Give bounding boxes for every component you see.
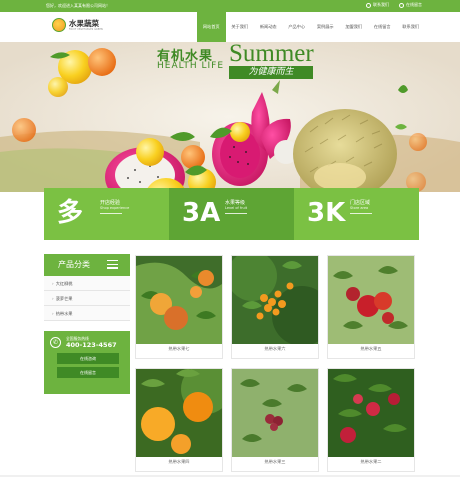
nav-news[interactable]: 新闻动态 <box>254 24 283 44</box>
stat-value: 多 <box>57 198 84 228</box>
main-nav: 网站首页 关于我们 新闻动态 产品中心 案例展示 加盟我们 在线留言 联系我们 <box>197 12 426 44</box>
contact-box: ✆ 全国服务热线 400-123-4567 在线咨询 在线留言 <box>44 331 130 394</box>
menu-icon[interactable] <box>107 260 118 269</box>
message-button[interactable]: 在线留言 <box>57 367 119 378</box>
stat-label: 水果等级 <box>225 200 246 206</box>
sidebar: 产品分类 大红柳桃 菠萝芒果 热带水果 ✆ 全国服务热线 400-123-456… <box>44 254 130 394</box>
hotline-number: 400-123-4567 <box>66 341 117 349</box>
product-card[interactable]: 热带水果二 <box>327 368 415 472</box>
product-image <box>136 369 222 457</box>
category-item[interactable]: 菠萝芒果 <box>44 291 130 306</box>
product-name: 热带水果二 <box>360 459 382 464</box>
stat-label-en: Level of fruit <box>225 206 248 210</box>
stat-underline <box>225 213 247 214</box>
nav-join[interactable]: 加盟我们 <box>340 24 369 44</box>
header: 水果蔬菜 FRUIT VEGETABLES GREEN 网站首页 关于我们 新闻… <box>0 12 460 42</box>
nav-cases[interactable]: 案例展示 <box>311 24 340 44</box>
category-header: 产品分类 <box>44 254 130 276</box>
banner-sub-en: HEALTH LIFE <box>157 61 225 71</box>
product-image <box>328 256 414 344</box>
top-link-contact[interactable]: 联系我们 <box>366 2 389 8</box>
stat-label-en: Store area <box>350 206 369 210</box>
welcome-text: 您好，欢迎进入某某有限公司网站！ <box>46 3 110 8</box>
stat-fruit-level: 3A 水果等级 Level of fruit <box>169 188 294 240</box>
stats-bar: 多 开店经验 Shop experience 3A 水果等级 Level of … <box>44 188 419 240</box>
stat-value: 3K <box>307 198 346 228</box>
product-name: 热带水果六 <box>264 346 286 351</box>
stat-value: 3A <box>182 198 221 228</box>
nav-about[interactable]: 关于我们 <box>226 24 255 44</box>
product-name: 热带水果四 <box>168 459 190 464</box>
top-link-contact-label: 联系我们 <box>373 2 389 7</box>
message-icon <box>399 2 404 8</box>
stat-label-en: Shop experience <box>100 206 130 210</box>
product-name: 热带水果五 <box>360 346 382 351</box>
nav-message[interactable]: 在线留言 <box>368 24 397 44</box>
logo-en: FRUIT VEGETABLES GREEN <box>69 27 103 31</box>
product-name: 热带水果三 <box>264 459 286 464</box>
stat-experience: 多 开店经验 Shop experience <box>44 188 169 240</box>
top-link-online[interactable]: 在线留言 <box>399 2 422 8</box>
logo-text: 水果蔬菜 FRUIT VEGETABLES GREEN <box>69 18 103 31</box>
category-item[interactable]: 热带水果 <box>44 306 130 321</box>
stat-underline <box>100 213 122 214</box>
product-card[interactable]: 热带水果三 <box>231 368 319 472</box>
nav-products[interactable]: 产品中心 <box>283 24 312 44</box>
product-image <box>232 369 318 457</box>
product-name: 热带水果七 <box>168 346 190 351</box>
product-card[interactable]: 热带水果六 <box>231 255 319 359</box>
nav-home[interactable]: 网站首页 <box>197 12 226 42</box>
top-links: 联系我们 在线留言 <box>366 2 422 8</box>
phone-icon: ✆ <box>50 337 61 348</box>
stat-label: 开店经验 <box>100 200 121 206</box>
nav-contact[interactable]: 联系我们 <box>397 24 426 44</box>
banner-sub-cn: 为健康而生 <box>229 66 313 79</box>
product-image <box>328 369 414 457</box>
stat-label: 门店区域 <box>350 200 371 206</box>
stat-underline <box>350 213 372 214</box>
product-card[interactable]: 热带水果四 <box>135 368 223 472</box>
phone-icon <box>366 2 371 8</box>
top-bar: 您好，欢迎进入某某有限公司网站！ 联系我们 在线留言 <box>0 0 460 12</box>
category-title: 产品分类 <box>58 260 90 269</box>
stat-store-area: 3K 门店区域 Store area <box>294 188 419 240</box>
logo-cn: 水果蔬菜 <box>69 18 99 28</box>
top-link-online-label: 在线留言 <box>406 2 422 7</box>
product-card[interactable]: 热带水果七 <box>135 255 223 359</box>
category-item[interactable]: 大红柳桃 <box>44 276 130 291</box>
logo[interactable]: 水果蔬菜 FRUIT VEGETABLES GREEN <box>52 18 103 32</box>
hero-banner: 有机水果 Summer HEALTH LIFE 为健康而生 <box>0 42 460 192</box>
product-card[interactable]: 热带水果五 <box>327 255 415 359</box>
logo-fruit-icon <box>52 18 66 32</box>
product-image <box>232 256 318 344</box>
product-image <box>136 256 222 344</box>
banner-title-en: Summer <box>229 42 314 67</box>
consult-button[interactable]: 在线咨询 <box>57 353 119 364</box>
